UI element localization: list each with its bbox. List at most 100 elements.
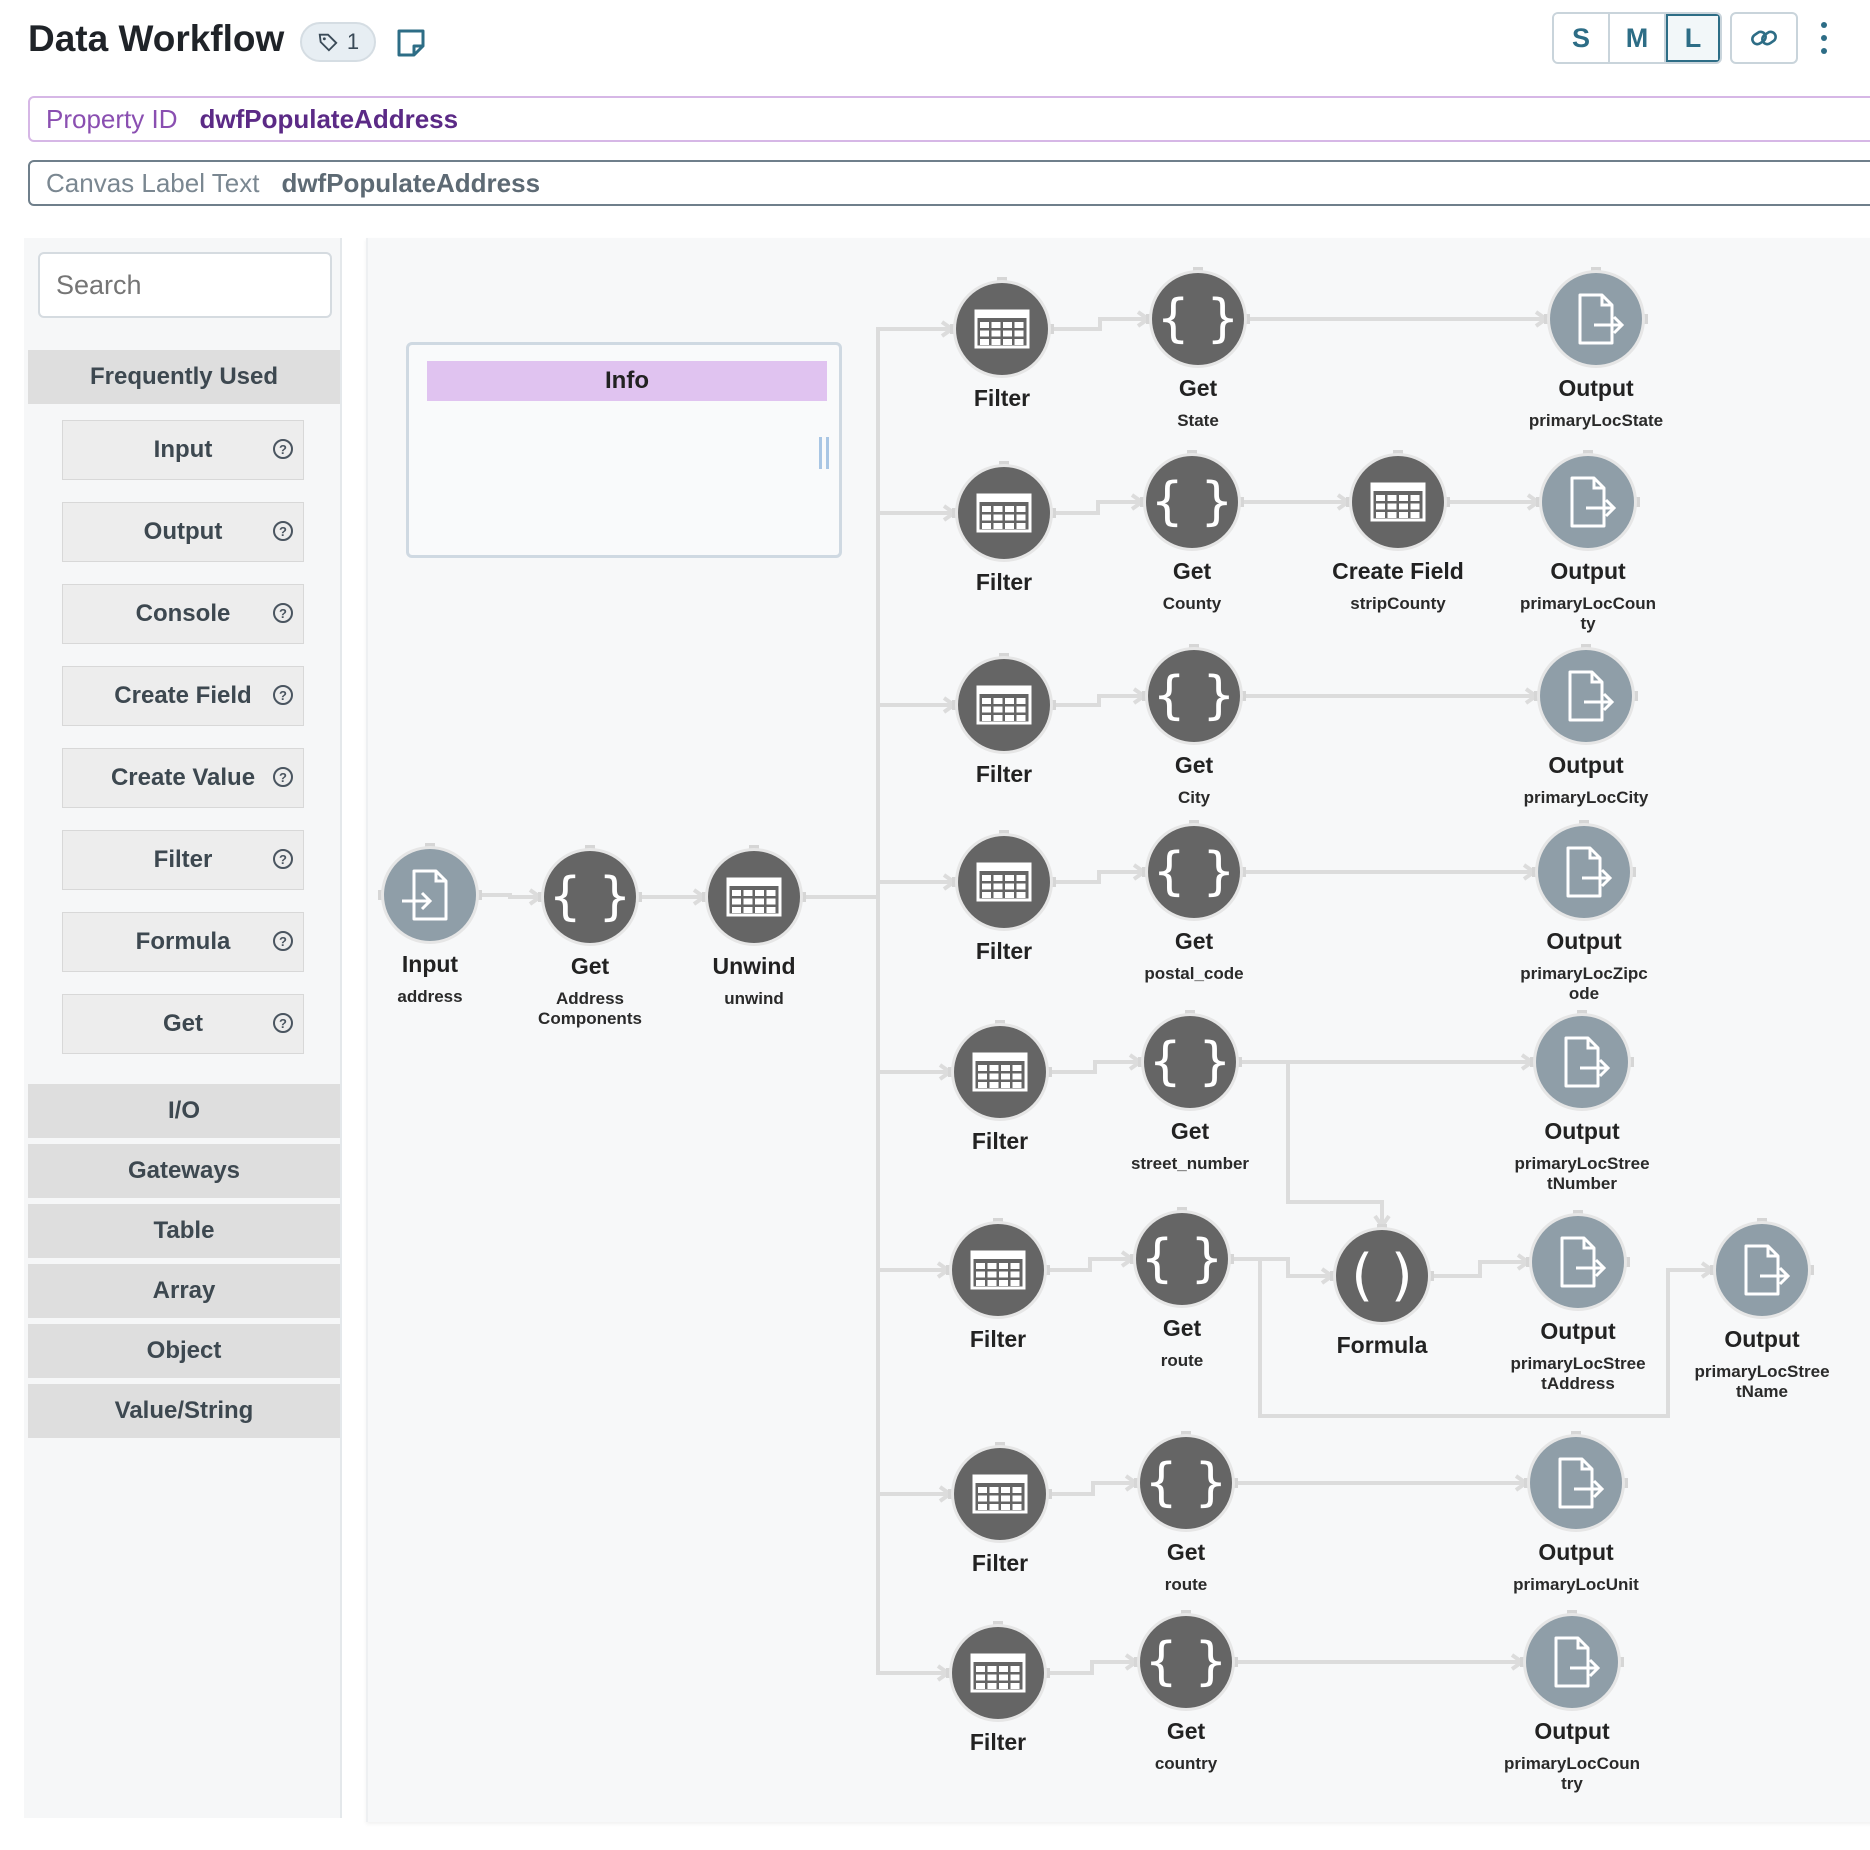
workflow-node-fm[interactable]: ( ) Formula	[1330, 1224, 1434, 1358]
sidebar-item-create-value[interactable]: Create Value?	[62, 748, 304, 808]
edge-f5-g5	[1050, 1060, 1140, 1074]
help-icon[interactable]: ?	[273, 1013, 293, 1033]
node-title: Filter	[970, 1729, 1026, 1755]
canvas-label-field[interactable]: Canvas Label Text dwfPopulateAddress	[28, 160, 1870, 206]
node-subtitle: address	[397, 987, 462, 1006]
workflow-node-f5[interactable]: Filter	[948, 1020, 1052, 1154]
search-input[interactable]	[38, 252, 332, 318]
category-gateways[interactable]: Gateways	[28, 1144, 340, 1198]
tag-badge[interactable]: 1	[300, 22, 376, 62]
size-l-button[interactable]: L	[1666, 14, 1720, 62]
svg-text:{ }: { }	[1153, 666, 1236, 726]
help-icon[interactable]: ?	[273, 439, 293, 459]
sidebar-item-formula[interactable]: Formula?	[62, 912, 304, 972]
node-title: Output	[1540, 1318, 1616, 1344]
category-object[interactable]: Object	[28, 1324, 340, 1378]
workflow-node-f4[interactable]: Filter	[952, 830, 1056, 964]
workflow-node-g3[interactable]: { } Get City	[1142, 644, 1246, 807]
node-title: Get	[1167, 1539, 1206, 1565]
node-circle	[1526, 1616, 1618, 1708]
workflow-node-o3[interactable]: Output primaryLocCity	[1524, 644, 1649, 807]
size-s-button[interactable]: S	[1554, 14, 1610, 62]
node-subtitle: primaryLocCoun try	[1504, 1754, 1640, 1793]
more-options-icon[interactable]	[1812, 18, 1836, 58]
svg-text:{ }: { }	[1145, 1632, 1228, 1692]
category-io[interactable]: I/O	[28, 1084, 340, 1138]
help-icon[interactable]: ?	[273, 521, 293, 541]
workflow-node-f8[interactable]: Filter	[946, 1621, 1050, 1755]
sidebar-item-filter[interactable]: Filter?	[62, 830, 304, 890]
workflow-node-o8[interactable]: Output primaryLocCoun try	[1504, 1610, 1640, 1793]
size-toggle-group: S M L	[1552, 12, 1722, 64]
node-title: Output	[1544, 1118, 1620, 1144]
workflow-node-input[interactable]: Input address	[378, 843, 482, 1006]
edge-g5-fm	[1240, 1060, 1384, 1226]
canvas-label-label: Canvas Label Text	[46, 167, 260, 198]
workflow-node-f7[interactable]: Filter	[948, 1442, 1052, 1576]
node-subtitle: Address Components	[538, 989, 642, 1028]
braces-icon: { }	[1157, 289, 1240, 349]
size-m-button[interactable]: M	[1610, 14, 1666, 62]
svg-text:{ }: { }	[1153, 842, 1236, 902]
property-id-value: dwfPopulateAddress	[199, 103, 459, 134]
help-icon[interactable]: ?	[273, 767, 293, 787]
resize-handle[interactable]	[819, 437, 829, 469]
workflow-node-g1[interactable]: { } Get State	[1146, 267, 1250, 430]
category-array[interactable]: Array	[28, 1264, 340, 1318]
workflow-node-g2[interactable]: { } Get County	[1140, 450, 1244, 613]
workflow-node-f6[interactable]: Filter	[946, 1218, 1050, 1352]
workflow-node-cf[interactable]: Create Field stripCounty	[1332, 450, 1464, 613]
workflow-node-g6[interactable]: { } Get route	[1130, 1207, 1234, 1370]
workflow-node-o6[interactable]: Output primaryLocStree tAddress	[1510, 1210, 1646, 1393]
node-circle	[1532, 1216, 1624, 1308]
category-frequently-used[interactable]: Frequently Used	[28, 350, 340, 404]
workflow-node-g5[interactable]: { } Get street_number	[1131, 1010, 1249, 1173]
edge-f1-g1	[1052, 317, 1148, 331]
category-value-string[interactable]: Value/String	[28, 1384, 340, 1438]
svg-text:{ }: { }	[1149, 1032, 1232, 1092]
node-subtitle: route	[1165, 1575, 1208, 1594]
node-subtitle: route	[1161, 1351, 1204, 1370]
edge-f6-g6	[1048, 1257, 1132, 1272]
workflow-node-getAddr[interactable]: { } Get Address Components	[538, 845, 642, 1028]
sidebar-item-console[interactable]: Console?	[62, 584, 304, 644]
edge-f4-g4	[1054, 870, 1144, 884]
workflow-node-o4[interactable]: Output primaryLocZipc ode	[1520, 820, 1648, 1003]
node-circle	[952, 1627, 1044, 1719]
help-icon[interactable]: ?	[273, 603, 293, 623]
edge-unwind-f3	[804, 703, 954, 899]
workflow-node-o2[interactable]: Output primaryLocCoun ty	[1520, 450, 1656, 633]
sidebar-item-create-field[interactable]: Create Field?	[62, 666, 304, 726]
help-icon[interactable]: ?	[273, 931, 293, 951]
node-circle	[958, 659, 1050, 751]
help-icon[interactable]: ?	[273, 849, 293, 869]
help-icon[interactable]: ?	[273, 685, 293, 705]
sidebar-item-output[interactable]: Output?	[62, 502, 304, 562]
workflow-node-o5[interactable]: Output primaryLocStree tNumber	[1514, 1010, 1650, 1193]
workflow-node-f3[interactable]: Filter	[952, 653, 1056, 787]
property-id-field[interactable]: Property ID dwfPopulateAddress	[28, 96, 1870, 142]
note-icon[interactable]	[394, 26, 428, 60]
node-title: Output	[1546, 928, 1622, 954]
workflow-node-o6b[interactable]: Output primaryLocStree tName	[1694, 1218, 1830, 1401]
tag-icon	[318, 33, 338, 52]
node-title: Output	[1548, 752, 1624, 778]
sidebar-item-input[interactable]: Input?	[62, 420, 304, 480]
info-panel[interactable]: Info	[406, 342, 842, 558]
workflow-node-o7[interactable]: Output primaryLocUnit	[1513, 1431, 1639, 1594]
workflow-node-g7[interactable]: { } Get route	[1134, 1431, 1238, 1594]
workflow-node-g4[interactable]: { } Get postal_code	[1142, 820, 1246, 983]
workflow-node-g8[interactable]: { } Get country	[1134, 1610, 1238, 1773]
workflow-node-unwind[interactable]: Unwind unwind	[702, 845, 806, 1008]
node-circle	[954, 1026, 1046, 1118]
link-button[interactable]	[1730, 12, 1798, 64]
node-subtitle: primaryLocStree tNumber	[1514, 1154, 1649, 1193]
workflow-node-f2[interactable]: Filter	[952, 461, 1056, 595]
category-table[interactable]: Table	[28, 1204, 340, 1258]
workflow-node-f1[interactable]: Filter	[950, 277, 1054, 411]
sidebar-item-get[interactable]: Get?	[62, 994, 304, 1054]
workflow-node-o1[interactable]: Output primaryLocState	[1529, 267, 1663, 430]
svg-text:{ }: { }	[1151, 472, 1234, 532]
node-title: Filter	[976, 761, 1032, 787]
node-title: Get	[1175, 928, 1214, 954]
